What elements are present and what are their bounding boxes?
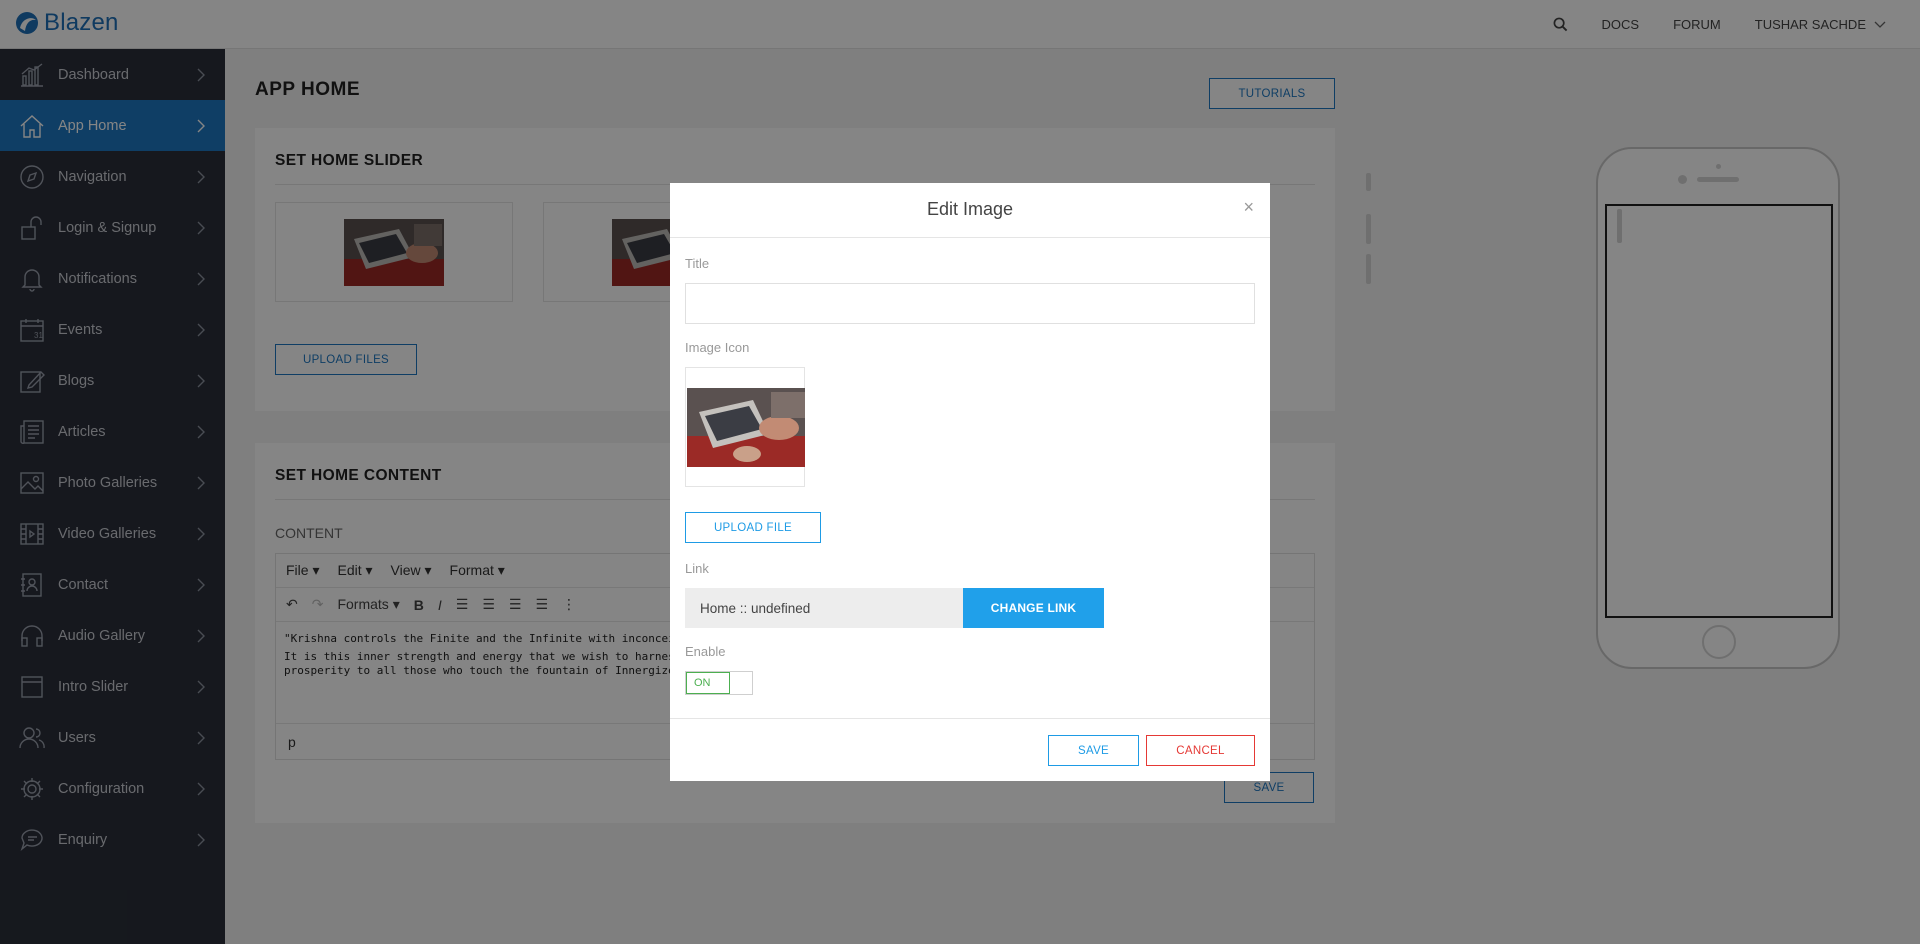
link-label: Link	[685, 561, 709, 576]
title-input[interactable]	[685, 283, 1255, 324]
modal-title: Edit Image	[926, 199, 1014, 219]
modal-header: Edit Image ×	[670, 183, 1270, 238]
cancel-button[interactable]: CANCEL	[1146, 735, 1255, 766]
edit-image-modal: Edit Image × Title Image Icon UPLOAD FIL…	[670, 183, 1270, 781]
enable-label: Enable	[685, 644, 726, 659]
upload-file-button[interactable]: UPLOAD FILE	[685, 512, 821, 543]
image-icon-preview[interactable]	[685, 367, 805, 487]
modal-footer	[670, 718, 1270, 719]
image-icon-thumbnail	[687, 388, 805, 467]
close-icon[interactable]: ×	[1243, 197, 1254, 218]
toggle-state: ON	[686, 672, 730, 694]
save-button[interactable]: SAVE	[1048, 735, 1139, 766]
change-link-button[interactable]: CHANGE LINK	[963, 588, 1104, 628]
title-label: Title	[685, 256, 710, 271]
toggle-knob	[730, 672, 752, 694]
enable-toggle[interactable]: ON	[685, 671, 753, 695]
image-icon-label: Image Icon	[685, 340, 750, 355]
link-value: Home :: undefined	[685, 588, 963, 628]
